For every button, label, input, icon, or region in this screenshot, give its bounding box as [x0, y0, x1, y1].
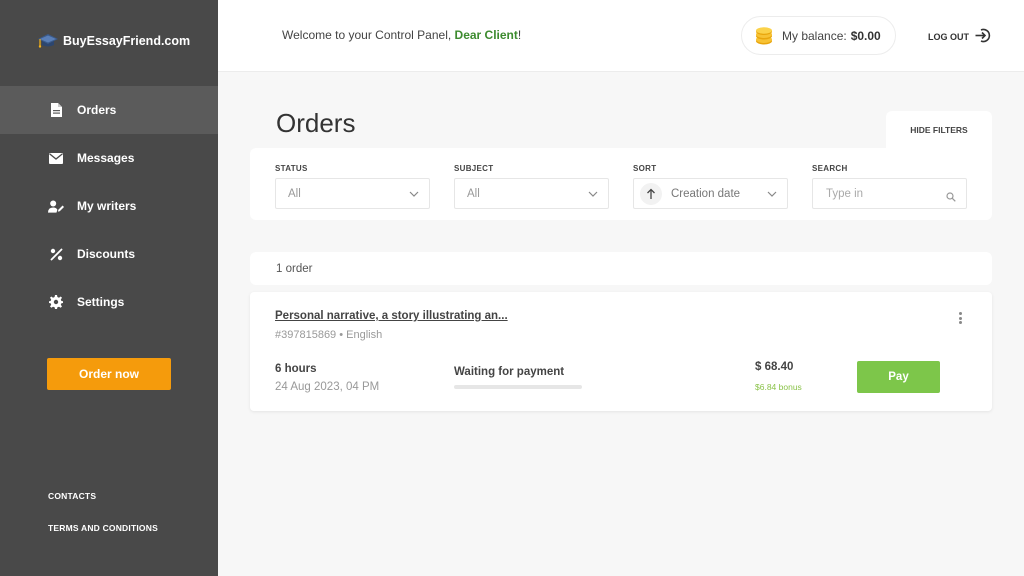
order-now-button[interactable]: Order now — [47, 358, 171, 390]
order-deadline: 6 hours — [275, 363, 317, 375]
status-select[interactable]: All — [275, 178, 430, 209]
more-options-icon[interactable] — [955, 310, 965, 326]
document-icon — [48, 102, 64, 118]
page-title: Orders — [276, 108, 356, 138]
status-label: STATUS — [275, 164, 308, 173]
percent-icon — [48, 246, 64, 262]
search-box — [812, 178, 967, 209]
order-status: Waiting for payment — [454, 366, 565, 378]
terms-link[interactable]: TERMS AND CONDITIONS — [48, 523, 158, 533]
filters-panel: STATUS All SUBJECT All SORT Creation dat… — [250, 148, 992, 220]
logo[interactable]: BuyEssayFriend.com — [37, 32, 190, 50]
pay-button[interactable]: Pay — [857, 361, 940, 393]
balance-value: $0.00 — [850, 28, 881, 43]
sidebar-item-label: Orders — [77, 103, 117, 117]
order-created-date: 24 Aug 2023, 04 PM — [275, 381, 380, 393]
sort-label: SORT — [633, 164, 657, 173]
status-filter: STATUS All — [275, 164, 430, 209]
chevron-down-icon — [409, 189, 419, 197]
order-progress-bar — [454, 385, 582, 389]
search-filter: SEARCH — [812, 164, 967, 209]
sort-direction-icon[interactable] — [640, 182, 662, 205]
order-price: $ 68.40 — [755, 361, 794, 373]
envelope-icon — [48, 150, 64, 166]
logout-button[interactable]: LOG OUT — [928, 28, 992, 45]
order-meta: #397815869 • English — [275, 329, 383, 341]
sidebar-item-orders[interactable]: Orders — [0, 86, 218, 134]
sidebar-item-discounts[interactable]: Discounts — [0, 230, 218, 278]
order-count-bar: 1 order — [250, 252, 992, 285]
sidebar-nav: Orders Messages My writers Discounts Set… — [0, 86, 218, 326]
client-name: Dear Client — [454, 28, 518, 42]
sidebar-item-label: Settings — [77, 295, 125, 309]
graduation-cap-icon — [37, 32, 59, 50]
sort-filter: SORT Creation date — [633, 164, 788, 209]
sidebar-item-label: Messages — [77, 151, 135, 165]
sort-select[interactable]: Creation date — [633, 178, 788, 209]
balance-label: My balance: — [782, 28, 847, 43]
search-label: SEARCH — [812, 164, 848, 173]
status-value: All — [288, 187, 301, 200]
user-edit-icon — [48, 198, 64, 214]
search-icon — [946, 189, 956, 207]
contacts-link[interactable]: CONTACTS — [48, 491, 96, 501]
order-bonus: $6.84 bonus — [755, 382, 802, 392]
sidebar-item-messages[interactable]: Messages — [0, 134, 218, 182]
sort-value: Creation date — [671, 187, 741, 200]
search-input[interactable] — [813, 179, 966, 208]
order-count: 1 order — [276, 262, 313, 275]
order-card: Personal narrative, a story illustrating… — [250, 292, 992, 411]
welcome-message: Welcome to your Control Panel, Dear Clie… — [282, 28, 521, 42]
subject-label: SUBJECT — [454, 164, 494, 173]
hide-filters-button[interactable]: HIDE FILTERS — [886, 111, 992, 149]
coins-icon — [754, 26, 774, 45]
subject-filter: SUBJECT All — [454, 164, 609, 209]
sidebar-item-label: My writers — [77, 199, 137, 213]
subject-value: All — [467, 187, 480, 200]
header: Welcome to your Control Panel, Dear Clie… — [218, 0, 1024, 72]
logout-icon — [975, 28, 992, 45]
sidebar-item-label: Discounts — [77, 247, 136, 261]
welcome-suffix: ! — [517, 28, 522, 42]
logo-text: BuyEssayFriend.com — [63, 34, 191, 48]
logout-label: LOG OUT — [928, 31, 969, 42]
welcome-prefix: Welcome to your Control Panel, — [282, 28, 455, 42]
subject-select[interactable]: All — [454, 178, 609, 209]
chevron-down-icon — [767, 189, 777, 197]
order-title-link[interactable]: Personal narrative, a story illustrating… — [275, 310, 508, 322]
sidebar-item-settings[interactable]: Settings — [0, 278, 218, 326]
gear-icon — [48, 294, 64, 310]
chevron-down-icon — [588, 189, 598, 197]
sidebar-item-my-writers[interactable]: My writers — [0, 182, 218, 230]
balance-widget[interactable]: My balance: $0.00 — [741, 16, 896, 55]
sidebar: BuyEssayFriend.com Orders Messages My wr… — [0, 0, 218, 576]
